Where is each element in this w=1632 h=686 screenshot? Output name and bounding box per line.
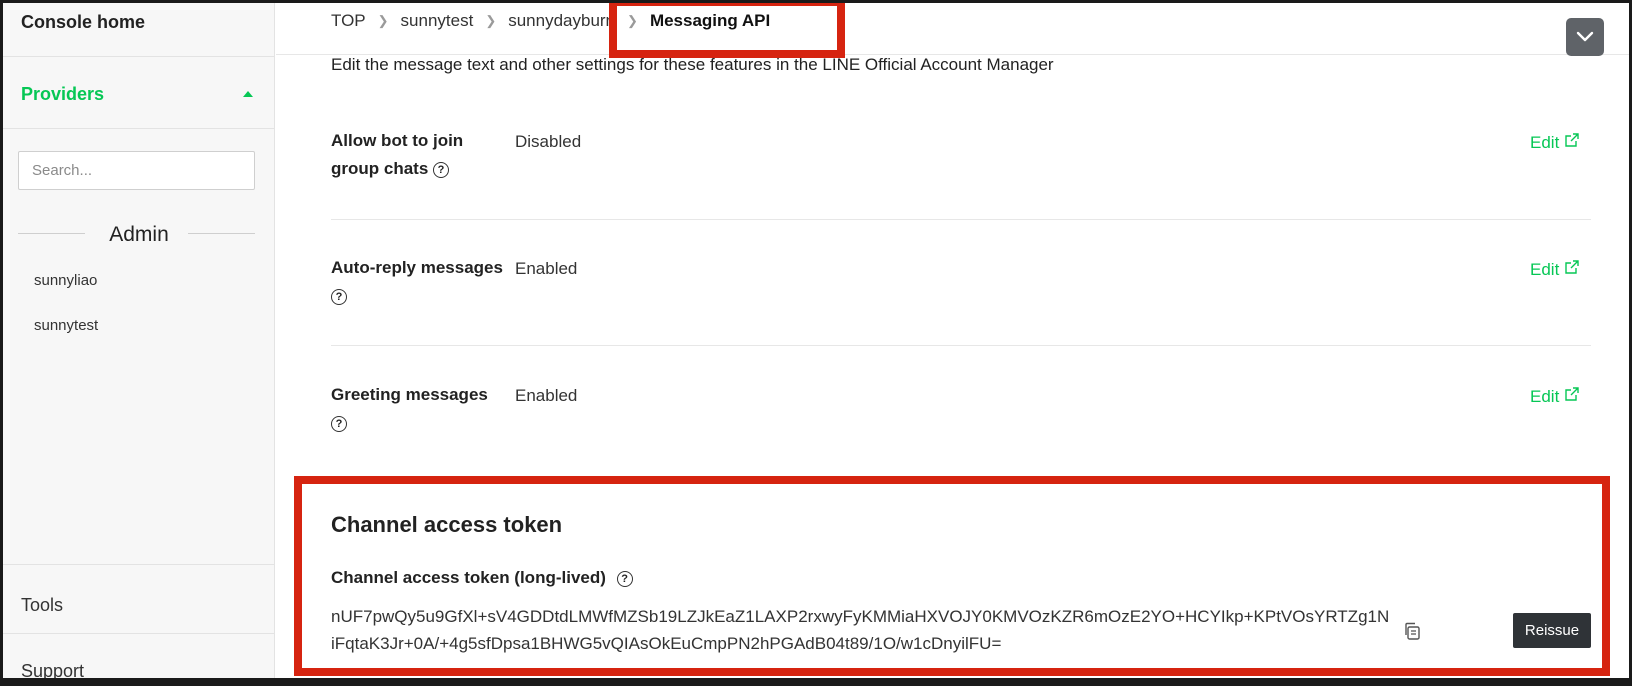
setting-value-group-chats: Disabled (515, 132, 582, 151)
row-divider (331, 219, 1591, 220)
breadcrumb-channel[interactable]: sunnydayburn (508, 11, 615, 31)
edit-group-chats-link[interactable]: Edit (1530, 133, 1579, 153)
external-link-icon (1565, 387, 1579, 401)
edit-auto-reply-link[interactable]: Edit (1530, 260, 1579, 280)
setting-label-text: Auto-reply messages (331, 258, 503, 277)
edit-label: Edit (1530, 387, 1560, 406)
setting-value-greeting: Enabled (515, 386, 578, 405)
collapse-button[interactable] (1566, 18, 1604, 56)
external-link-icon (1565, 260, 1579, 274)
highlight-box-breadcrumb (609, 0, 845, 58)
support-label: Support (21, 661, 85, 681)
divider-right (188, 233, 255, 234)
chevron-right-icon: ❯ (377, 13, 389, 28)
chevron-down-icon (1576, 31, 1594, 42)
external-link-icon (1565, 133, 1579, 147)
edit-greeting-link[interactable]: Edit (1530, 387, 1579, 407)
providers-toggle[interactable]: Providers (3, 57, 275, 129)
sidebar-item-tools[interactable]: Tools (3, 564, 275, 634)
sidebar-item-sunnytest[interactable]: sunnytest (34, 317, 98, 334)
breadcrumb-top[interactable]: TOP (331, 11, 366, 31)
setting-label-auto-reply: Auto-reply messages ? (331, 254, 506, 310)
setting-label-greeting: Greeting messages ? (331, 381, 506, 437)
help-icon[interactable]: ? (331, 415, 347, 432)
breadcrumb-provider[interactable]: sunnytest (401, 11, 474, 31)
admin-section-label: Admin (109, 223, 169, 246)
caret-up-icon (243, 91, 253, 97)
sidebar-item-sunnyliao[interactable]: sunnyliao (34, 272, 97, 289)
intro-text: Edit the message text and other settings… (331, 55, 1054, 74)
row-divider (331, 345, 1591, 346)
sidebar: Console home Providers Admin sunnyliao s… (3, 3, 275, 681)
setting-label-text: Greeting messages (331, 385, 488, 404)
edit-label: Edit (1530, 260, 1560, 279)
edit-label: Edit (1530, 133, 1560, 152)
help-icon[interactable]: ? (331, 288, 347, 305)
providers-label: Providers (21, 84, 105, 104)
help-icon[interactable]: ? (433, 161, 450, 178)
highlight-box-token (294, 476, 1610, 676)
console-home-label: Console home (21, 12, 146, 32)
setting-label-group-chats: Allow bot to join group chats ? (331, 127, 506, 183)
provider-search-input[interactable] (18, 151, 255, 190)
console-home-link[interactable]: Console home (3, 3, 275, 57)
chevron-right-icon: ❯ (485, 13, 497, 28)
tools-label: Tools (21, 595, 64, 615)
sidebar-item-support[interactable]: Support (3, 634, 275, 684)
setting-value-auto-reply: Enabled (515, 259, 578, 278)
